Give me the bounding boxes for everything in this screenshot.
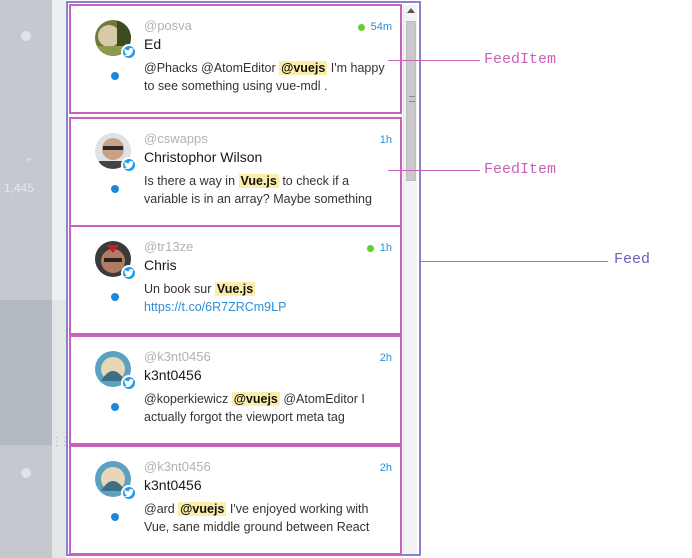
timestamp[interactable]: 54m (371, 21, 392, 33)
feed-item[interactable]: @tr13ze Chris 1h Un book sur Vue.js https:/… (69, 225, 402, 335)
tweet-body: @koperkiewicz @vuejs @AtomEditor I actua… (144, 390, 389, 426)
tweet-body: Un book sur Vue.js https://t.co/6R7ZRCm9… (144, 280, 389, 316)
background-column-lower (52, 300, 66, 558)
unread-dot-icon (111, 513, 119, 521)
scrollbar-thumb[interactable] (406, 21, 416, 181)
feed-pointer-line (420, 261, 608, 262)
twitter-icon (121, 157, 137, 173)
feed-label: Feed (614, 251, 651, 268)
highlight-keyword: @vuejs (279, 61, 328, 75)
online-status-icon (357, 23, 365, 31)
twitter-icon (121, 265, 137, 281)
time-group: 2h (380, 462, 392, 474)
unread-dot-icon (111, 72, 119, 80)
time-group: 1h (366, 242, 392, 254)
timestamp[interactable]: 1h (380, 242, 392, 254)
unread-dot-icon (111, 403, 119, 411)
user-name[interactable]: k3nt0456 (144, 367, 202, 383)
user-handle[interactable]: @posva (144, 18, 192, 33)
scroll-grip-icon (409, 96, 415, 102)
avatar-wrap[interactable] (95, 351, 137, 391)
tweet-link[interactable]: https://t.co/6R7ZRCm9LP (144, 300, 286, 314)
highlight-keyword: @vuejs (178, 502, 227, 516)
scrollbar[interactable] (403, 5, 417, 554)
unread-dot-icon (111, 185, 119, 193)
user-handle[interactable]: @cswapps (144, 131, 208, 146)
tweet-body: @ard @vuejs I've enjoyed working with Vu… (144, 500, 389, 536)
highlight-keyword: Vue.js (238, 174, 279, 188)
feeditem-pointer-line (388, 60, 480, 61)
background-dot (21, 468, 31, 478)
highlight-keyword: @vuejs (231, 392, 280, 406)
feed-item[interactable]: @k3nt0456 k3nt0456 2h @koperkiewicz @vuejs … (69, 335, 402, 445)
twitter-icon (121, 485, 137, 501)
scroll-up-arrow-icon[interactable] (407, 8, 415, 13)
user-name[interactable]: k3nt0456 (144, 477, 202, 493)
user-handle[interactable]: @k3nt0456 (144, 349, 211, 364)
background-count: 1,445 (4, 181, 35, 195)
background-chevron-icon: ⌄ (24, 150, 35, 164)
user-handle[interactable]: @tr13ze (144, 239, 193, 254)
time-group: 1h (380, 134, 392, 146)
user-name[interactable]: Ed (144, 36, 161, 52)
avatar-wrap[interactable] (95, 241, 137, 281)
unread-dot-icon (111, 293, 119, 301)
tweet-body: Is there a way in Vue.js to check if a v… (144, 172, 389, 208)
feeditem-pointer-line (388, 170, 480, 171)
twitter-icon (121, 44, 137, 60)
background-panel (0, 300, 52, 445)
highlight-keyword: Vue.js (214, 282, 256, 296)
avatar-wrap[interactable] (95, 133, 137, 173)
tweet-body: @Phacks @AtomEditor @vuejs I'm happy to … (144, 59, 389, 95)
avatar-wrap[interactable] (95, 20, 137, 60)
timestamp[interactable]: 1h (380, 134, 392, 146)
online-status-icon (366, 244, 374, 252)
user-name[interactable]: Christophor Wilson (144, 149, 262, 165)
feeditem-label: FeedItem (484, 161, 557, 178)
tweet-text: Un book sur (144, 282, 215, 296)
avatar-wrap[interactable] (95, 461, 137, 501)
tweet-text: @ard (144, 502, 179, 516)
background-dot (21, 31, 31, 41)
time-group: 2h (380, 352, 392, 364)
timestamp[interactable]: 2h (380, 352, 392, 364)
timestamp[interactable]: 2h (380, 462, 392, 474)
feed-item[interactable]: @posva Ed 54m @Phacks @AtomEditor @vuejs I'… (69, 4, 402, 114)
tweet-text: @koperkiewicz (144, 392, 232, 406)
user-handle[interactable]: @k3nt0456 (144, 459, 211, 474)
feed-item[interactable]: @k3nt0456 k3nt0456 2h @ard @vuejs I've enjo… (69, 445, 402, 555)
tweet-text: @Phacks @AtomEditor (144, 61, 280, 75)
feeditem-label: FeedItem (484, 51, 557, 68)
tweet-text: Is there a way in (144, 174, 239, 188)
time-group: 54m (357, 21, 392, 33)
user-name[interactable]: Chris (144, 257, 177, 273)
twitter-icon (121, 375, 137, 391)
feed-item[interactable]: @cswapps Christophor Wilson 1h Is there a w… (69, 117, 402, 227)
